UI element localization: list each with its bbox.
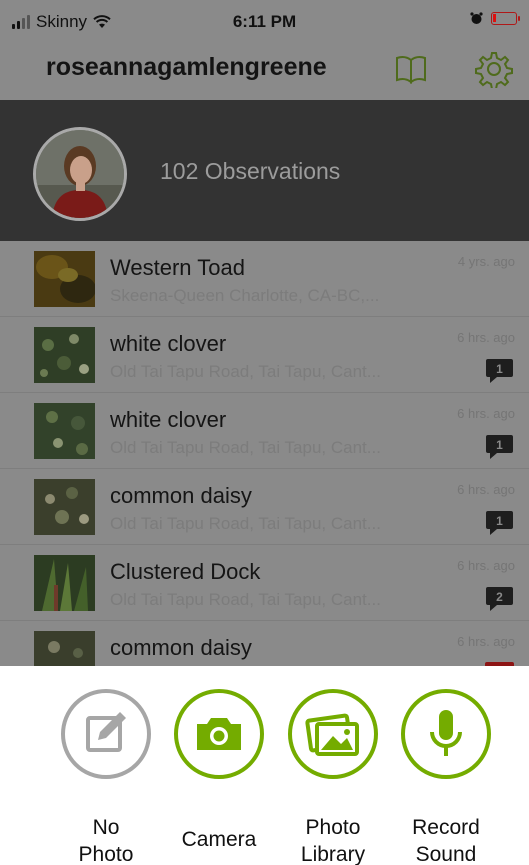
observation-name: Clustered Dock <box>110 559 261 584</box>
observation-time: 6 hrs. ago <box>457 634 515 649</box>
observation-thumbnail <box>34 403 95 459</box>
profile-header: 102 Observations <box>0 100 529 241</box>
observation-thumbnail <box>34 251 95 307</box>
observation-time: 6 hrs. ago <box>457 482 515 497</box>
camera-label: Camera <box>181 828 257 851</box>
observation-name: white clover <box>110 407 227 432</box>
comment-count: 2 <box>496 590 503 604</box>
list-item[interactable]: white clover Old Tai Tapu Road, Tai Tapu… <box>0 393 529 469</box>
book-icon[interactable] <box>393 51 429 87</box>
observation-place: Old Tai Tapu Road, Tai Tapu, Cant... <box>110 514 381 533</box>
observation-thumbnail <box>34 631 95 666</box>
comment-badge: 1 <box>485 510 514 536</box>
avatar[interactable] <box>33 127 127 221</box>
photo-library-icon <box>288 689 378 779</box>
photo-library-label: Photo <box>305 816 361 839</box>
comment-count: 1 <box>496 438 503 452</box>
comment-badge: 1 <box>485 434 514 460</box>
observation-place: Skeena-Queen Charlotte, CA-BC,... <box>110 286 380 305</box>
battery-icon <box>491 12 520 25</box>
observation-list[interactable]: Western Toad Skeena-Queen Charlotte, CA-… <box>0 241 529 666</box>
list-item[interactable]: common daisy 6 hrs. ago <box>0 621 529 666</box>
observation-thumbnail <box>34 555 95 611</box>
gear-icon[interactable] <box>475 50 513 88</box>
list-item[interactable]: common daisy Old Tai Tapu Road, Tai Tapu… <box>0 469 529 545</box>
no-photo-label-2: Photo <box>78 843 134 865</box>
observation-place: Old Tai Tapu Road, Tai Tapu, Cant... <box>110 362 381 381</box>
comment-count: 1 <box>496 514 503 528</box>
record-sound-label-2: Sound <box>415 843 477 865</box>
comment-count: 1 <box>496 362 503 376</box>
observation-time: 6 hrs. ago <box>457 406 515 421</box>
avatar-photo <box>36 130 124 218</box>
status-bar: Skinny 6:11 PM <box>0 0 529 40</box>
nav-bar: roseannagamlengreene <box>0 40 529 100</box>
observation-place: Old Tai Tapu Road, Tai Tapu, Cant... <box>110 438 381 457</box>
observation-name: Western Toad <box>110 255 245 280</box>
comment-badge: 1 <box>485 358 514 384</box>
microphone-icon <box>401 689 491 779</box>
photo-library-button[interactable]: Photo Library <box>283 688 383 865</box>
alarm-icon <box>470 12 483 24</box>
observation-time: 4 yrs. ago <box>457 254 515 269</box>
status-right <box>470 12 520 25</box>
camera-icon <box>174 689 264 779</box>
observation-name: common daisy <box>110 483 252 508</box>
status-time: 6:11 PM <box>232 12 297 31</box>
observation-name: common daisy <box>110 635 252 660</box>
list-item[interactable]: Clustered Dock Old Tai Tapu Road, Tai Ta… <box>0 545 529 621</box>
list-item[interactable]: white clover Old Tai Tapu Road, Tai Tapu… <box>0 317 529 393</box>
photo-library-label-2: Library <box>300 843 366 865</box>
camera-button[interactable]: Camera <box>169 688 269 865</box>
observation-name: white clover <box>110 331 227 356</box>
list-item[interactable]: Western Toad Skeena-Queen Charlotte, CA-… <box>0 241 529 317</box>
add-observation-sheet: No Photo Camera Photo Library Record Sou… <box>0 666 529 865</box>
no-photo-button[interactable]: No Photo <box>56 688 156 865</box>
record-sound-button[interactable]: Record Sound <box>396 688 496 865</box>
record-sound-label: Record <box>412 816 480 839</box>
no-photo-label: No <box>92 816 120 839</box>
edit-icon <box>61 689 151 779</box>
page-title: roseannagamlengreene <box>46 53 327 81</box>
observation-thumbnail <box>34 479 95 535</box>
observation-thumbnail <box>34 327 95 383</box>
observation-time: 6 hrs. ago <box>457 558 515 573</box>
observation-count: 102 Observations <box>160 158 341 184</box>
observation-time: 6 hrs. ago <box>457 330 515 345</box>
comment-badge: 2 <box>485 586 514 612</box>
observation-place: Old Tai Tapu Road, Tai Tapu, Cant... <box>110 590 381 609</box>
